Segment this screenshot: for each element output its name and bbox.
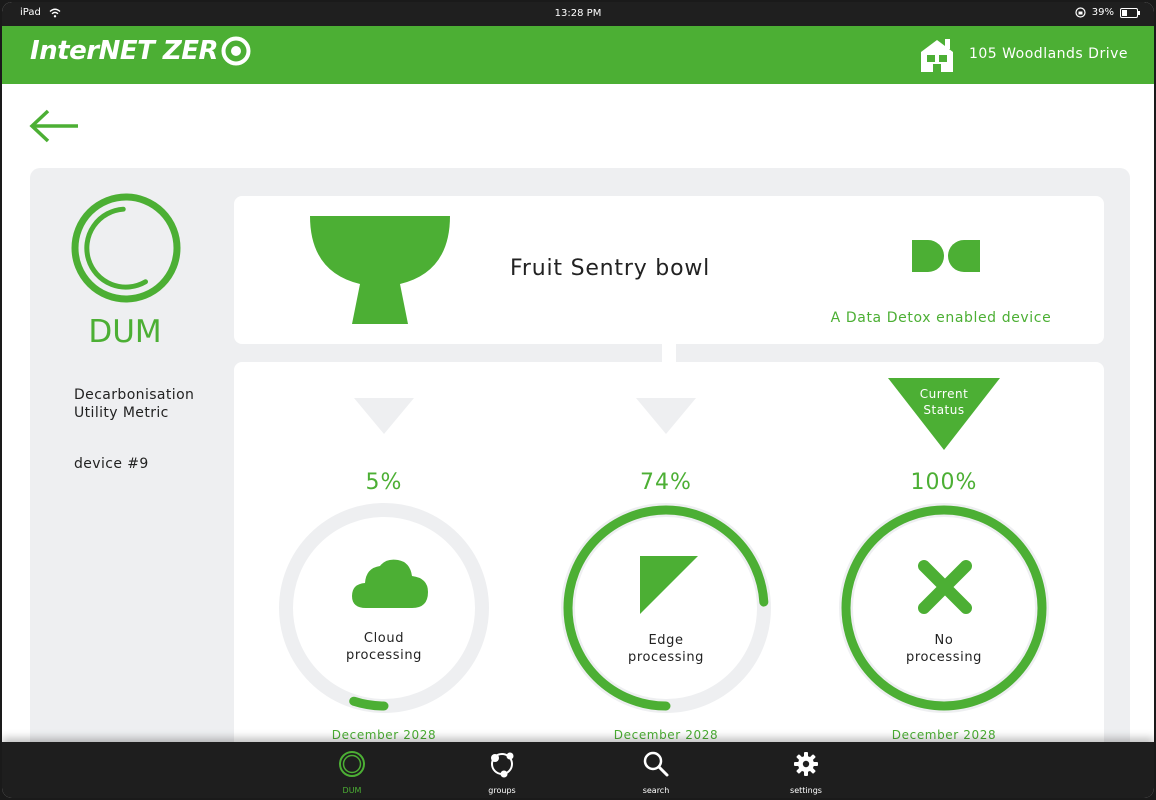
home-address[interactable]: 105 Woodlands Drive [919,36,1128,72]
cloud-icon [352,559,428,608]
status-bar: iPad 13:28 PM 39% [2,2,1154,26]
stage-indicator-triangle [354,398,414,434]
stage-date: December 2028 [613,728,719,742]
brand-logo: InterNET ZER [30,36,251,66]
stage-percent: 74% [640,470,692,495]
tab-label: search [642,786,670,795]
back-button[interactable] [28,108,80,148]
current-status-line2: Status [923,403,965,417]
arrow-left-icon [29,109,78,143]
stage-label-line2: processing [905,650,983,665]
current-status-line1: Current [919,387,969,401]
stage-percent: 5% [365,470,403,495]
device-name-title: Fruit Sentry bowl [510,256,711,281]
tab-label: groups [488,786,516,795]
address-text: 105 Woodlands Drive [968,46,1128,62]
metric-panel: DUM Decarbonisation Utility Metric devic… [30,168,1130,798]
app-screen: iPad 13:28 PM 39% InterNET ZER 105 Woodl… [2,2,1154,798]
brand-text: InterNET ZER [30,36,219,66]
tab-label: settings [790,786,822,795]
tab-label: DUM [342,786,362,795]
stage-no-processing[interactable]: Current Status 100% No processing Decemb… [824,362,1064,782]
tab-search[interactable]: search [616,750,696,795]
data-detox-logo-icon [912,240,980,272]
fruit-bowl-icon [310,216,450,324]
metric-description: Decarbonisation Utility Metric [74,386,214,422]
stage-label-line2: processing [627,650,705,665]
stage-label-line2: processing [345,648,423,663]
stage-percent: 100% [910,470,978,495]
progress-ring [279,503,489,713]
device-card: Fruit Sentry bowl A Data Detox enabled d… [234,196,1104,344]
dum-ring-icon [339,751,365,777]
house-icon [920,39,953,72]
current-status-label: Current Status [888,386,1000,418]
battery-percent: 39% [1091,7,1114,18]
stage-label-line1: Edge [648,633,684,648]
metric-title: DUM [88,314,162,350]
rotation-lock-icon [1075,7,1086,18]
stage-edge[interactable]: 74% Edge processing December 2028 [546,362,786,782]
brand-o-icon [221,36,251,66]
device-id: device #9 [74,456,149,472]
cross-icon [918,560,972,614]
gear-icon [794,752,818,776]
metric-description-line2: Utility Metric [74,405,169,421]
data-detox-badge: A Data Detox enabled device [830,310,1052,326]
stage-date: December 2028 [331,728,437,742]
tab-settings[interactable]: settings [766,750,846,795]
stage-label-line1: Cloud [363,631,405,646]
groups-icon [491,752,514,778]
battery-icon [1120,7,1140,18]
stage-indicator-triangle [636,398,696,434]
tab-bar: DUM groups search settings [2,742,1154,798]
edge-triangle-icon [640,556,698,614]
metric-description-line1: Decarbonisation [74,387,195,403]
stage-label: Cloud processing [314,630,454,664]
stage-label: Edge processing [596,632,736,666]
card-connector [662,344,676,362]
processing-stages: 5% Cloud processing December 2028 74% Ed… [234,362,1104,782]
tab-dum[interactable]: DUM [312,750,392,795]
dum-ring-icon [71,193,181,303]
clock: 13:28 PM [554,8,602,19]
stage-label: No processing [874,632,1014,666]
tab-groups[interactable]: groups [462,750,542,795]
stage-date: December 2028 [891,728,997,742]
search-icon [643,751,669,777]
app-header: InterNET ZER 105 Woodlands Drive [2,26,1154,84]
stage-cloud[interactable]: 5% Cloud processing December 2028 [264,362,504,782]
stage-label-line1: No [934,633,954,648]
